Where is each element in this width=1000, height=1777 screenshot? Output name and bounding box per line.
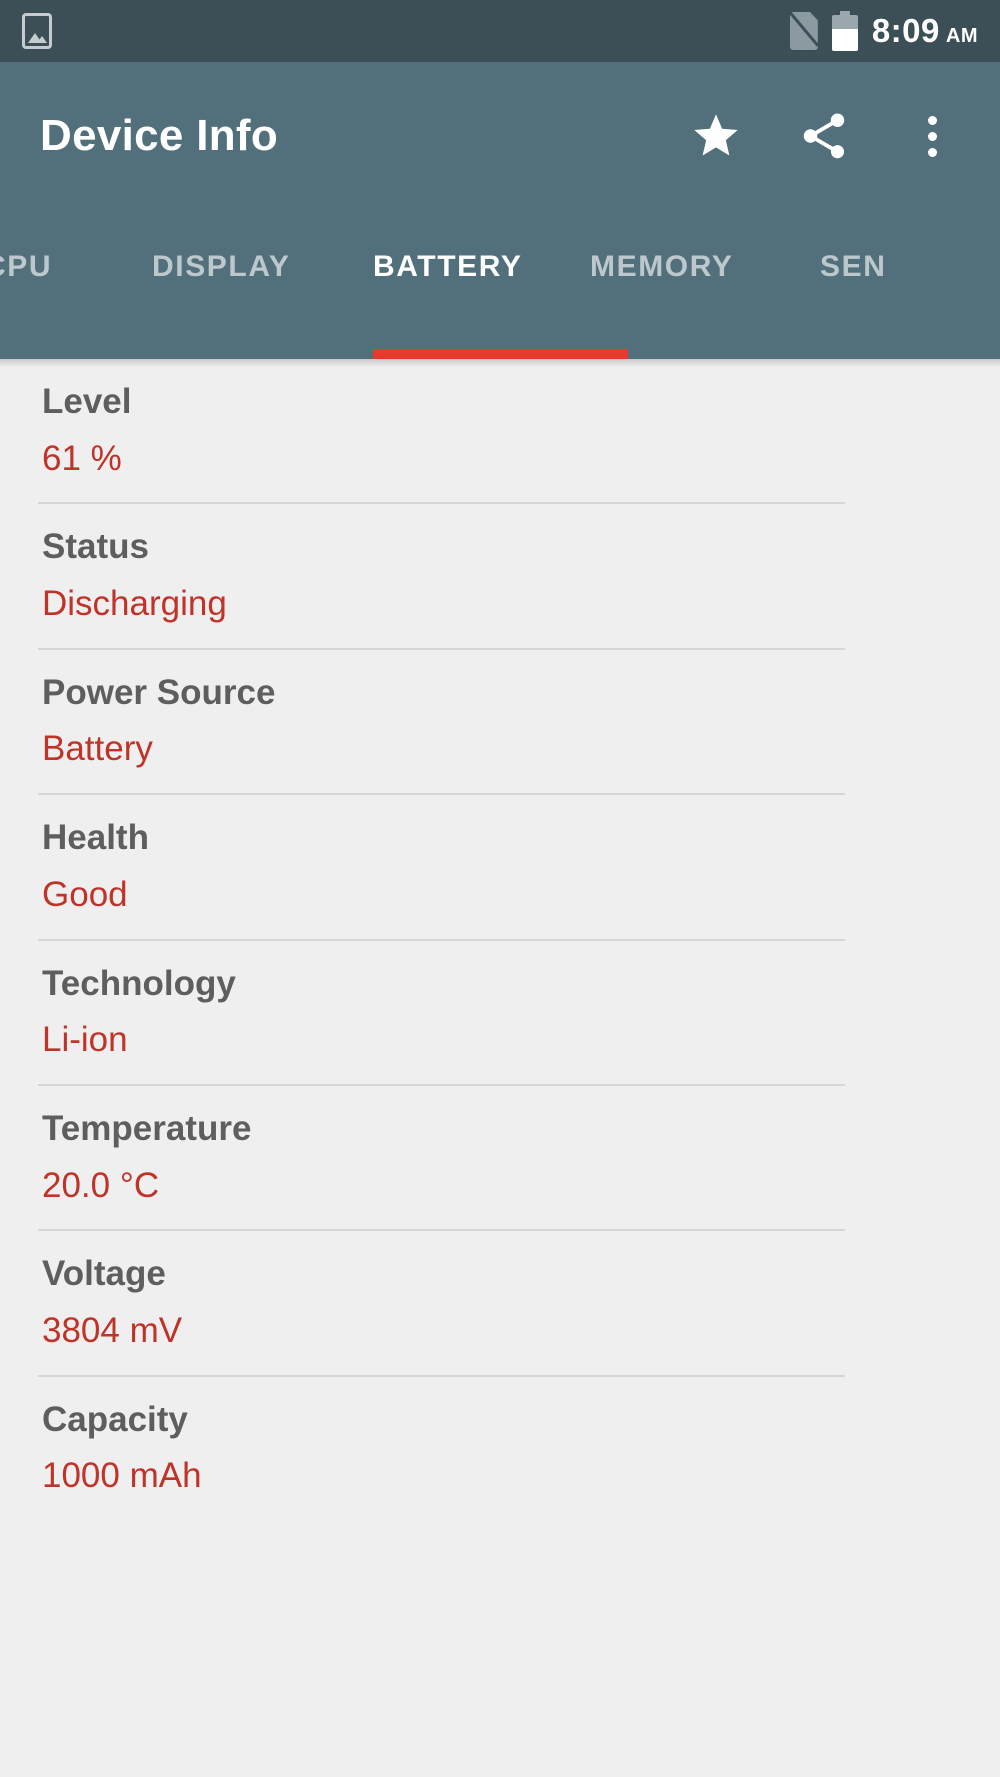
status-bar-right: 8:09 AM [785, 8, 978, 51]
row-label: Health [42, 818, 149, 858]
app-bar-top: Device Info [0, 62, 1000, 210]
device-info-screen: 8:09 AM Device Info PU DISPLAY BATTERY M… [0, 0, 1000, 1777]
row-label: Power Source [42, 672, 276, 712]
app-bar-actions [688, 108, 960, 164]
battery-info-list: Level 61 % Status Discharging Power Sour… [0, 359, 1000, 1777]
list-item[interactable]: Capacity 1000 mAh [0, 1377, 1000, 1498]
tab-memory[interactable]: MEMORY [590, 250, 734, 284]
row-label: Temperature [42, 1108, 252, 1148]
list-item[interactable]: Voltage 3804 mV [0, 1231, 1000, 1377]
overflow-menu-button[interactable] [904, 108, 960, 164]
list-item[interactable]: Status Discharging [0, 504, 1000, 650]
list-item[interactable]: Power Source Battery [0, 650, 1000, 796]
tab-display[interactable]: DISPLAY [152, 250, 290, 284]
row-value: Discharging [42, 584, 227, 624]
status-bar-clock: 8:09 AM [872, 12, 978, 50]
app-bar: Device Info PU DISPLAY BATTERY MEMORY SE… [0, 62, 1000, 359]
status-bar: 8:09 AM [0, 0, 1000, 62]
clock-meridiem: AM [945, 25, 978, 47]
page-title: Device Info [40, 111, 279, 160]
battery-icon [831, 11, 858, 51]
row-value: 20.0 °C [42, 1165, 160, 1205]
list-item[interactable]: Technology Li-ion [0, 941, 1000, 1086]
tab-active-indicator [373, 349, 628, 359]
clock-time: 8:09 [871, 12, 940, 49]
row-label: Level [42, 382, 132, 421]
row-value: 3804 mV [42, 1310, 183, 1350]
tab-cpu[interactable]: CPU [0, 250, 52, 284]
row-label: Status [42, 527, 149, 567]
row-label: Capacity [42, 1399, 188, 1439]
status-bar-left [22, 13, 790, 49]
row-label: Voltage [42, 1254, 166, 1294]
row-value: 1000 mAh [42, 1456, 202, 1496]
screenshot-icon [22, 13, 52, 49]
list-item[interactable]: Temperature 20.0 °C [0, 1086, 1000, 1232]
row-value: Li-ion [42, 1020, 128, 1060]
list-item[interactable]: Level 61 % [0, 359, 1000, 505]
list-item[interactable]: Health Good [0, 795, 1000, 941]
more-vert-icon [927, 115, 937, 157]
row-label: Technology [42, 963, 236, 1003]
row-value: 61 % [42, 438, 122, 478]
share-icon [797, 109, 851, 163]
share-button[interactable] [796, 108, 852, 164]
tab-bar: CPU DISPLAY BATTERY MEMORY SEN [0, 210, 1000, 359]
no-sim-icon [785, 8, 819, 50]
row-value: Battery [42, 729, 153, 769]
row-value: Good [42, 874, 128, 914]
tab-battery[interactable]: BATTERY [373, 250, 523, 284]
favorite-button[interactable] [688, 108, 744, 164]
star-icon [689, 110, 743, 162]
tab-sensors[interactable]: SEN [820, 250, 887, 284]
